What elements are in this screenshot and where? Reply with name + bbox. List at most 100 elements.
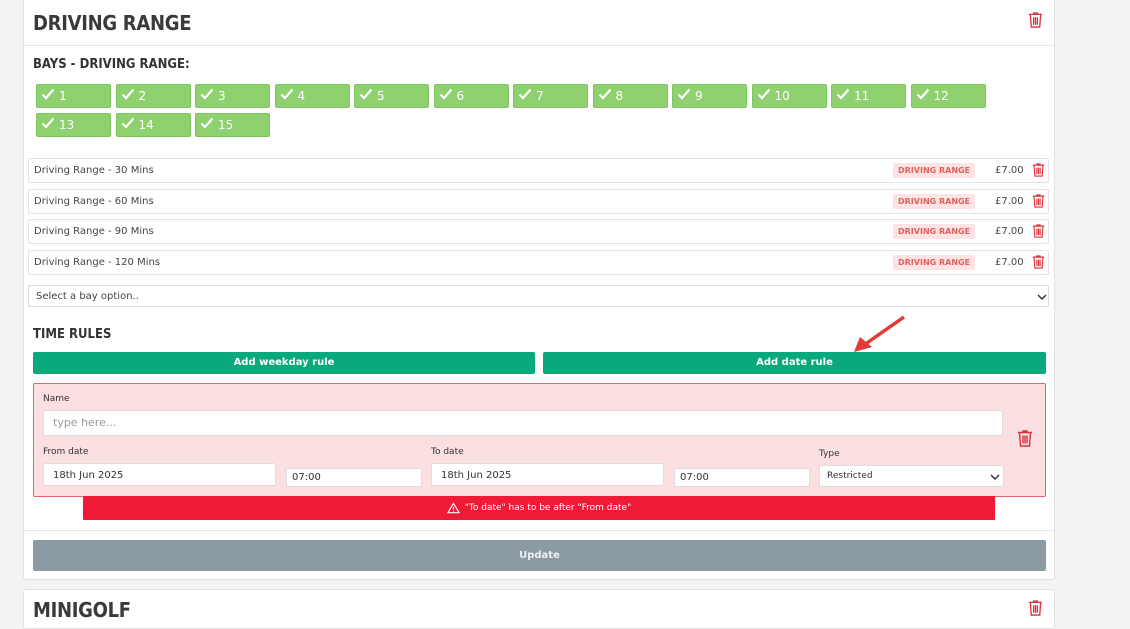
to-date-value: 18th Jun 2025 xyxy=(441,470,512,481)
type-label: Type xyxy=(819,449,840,459)
delete-section-trash-icon[interactable] xyxy=(1028,11,1043,29)
date-error-message: "To date" has to be after "From date" xyxy=(83,496,995,520)
bay-number: 9 xyxy=(695,89,703,103)
check-icon xyxy=(200,117,214,129)
to-time-value: 07:00 xyxy=(680,472,709,483)
from-date-label: From date xyxy=(43,447,89,457)
bay-option-row: Driving Range - 60 Mins DRIVING RANGE £7.0… xyxy=(28,188,1049,214)
option-badge: DRIVING RANGE xyxy=(893,163,976,178)
option-name: Driving Range - 60 Mins xyxy=(34,195,154,207)
option-price: £7.00 xyxy=(995,226,1024,237)
bay-toggle[interactable]: 6 xyxy=(433,84,509,108)
bay-toggle[interactable]: 11 xyxy=(831,84,906,108)
footer-divider xyxy=(24,530,1054,531)
section-title: DRIVING RANGE xyxy=(33,11,192,35)
bay-toggle[interactable]: 3 xyxy=(195,84,270,108)
bay-toggle[interactable]: 4 xyxy=(274,84,350,108)
bay-toggle[interactable]: 15 xyxy=(195,113,270,137)
from-date-input[interactable]: 18th Jun 2025 xyxy=(43,463,276,486)
bays-label: BAYS - DRIVING RANGE: xyxy=(33,57,190,72)
bay-number: 2 xyxy=(138,89,147,103)
delete-option-trash-icon[interactable] xyxy=(1032,254,1045,270)
rule-name-input[interactable]: type here... xyxy=(43,410,1003,436)
bay-number: 12 xyxy=(933,89,949,103)
driving-range-card: DRIVING RANGE BAYS - DRIVING RANGE: 1234… xyxy=(23,0,1055,580)
from-date-value: 18th Jun 2025 xyxy=(53,470,124,481)
check-icon xyxy=(200,88,214,100)
bay-option-row: Driving Range - 90 Mins DRIVING RANGE £7.0… xyxy=(28,219,1049,244)
bay-toggle[interactable]: 12 xyxy=(910,84,986,108)
bay-number: 5 xyxy=(377,89,385,103)
from-time-value: 07:00 xyxy=(292,472,321,483)
bay-number: 6 xyxy=(456,89,465,103)
bay-toggle[interactable]: 13 xyxy=(36,113,111,137)
check-icon xyxy=(757,88,770,100)
check-icon xyxy=(280,88,293,100)
bay-number: 1 xyxy=(59,89,67,103)
bay-toggle[interactable]: 14 xyxy=(115,113,191,137)
update-button[interactable]: Update xyxy=(33,540,1046,571)
bay-number: 15 xyxy=(218,118,234,132)
bay-number: 10 xyxy=(774,89,790,103)
bay-toggle[interactable]: 9 xyxy=(672,84,747,108)
bay-number: 4 xyxy=(297,89,306,103)
delete-minigolf-trash-icon[interactable] xyxy=(1028,599,1043,617)
bay-option-select[interactable]: Select a bay option.. xyxy=(28,285,1049,307)
option-badge: DRIVING RANGE xyxy=(893,254,976,270)
check-icon xyxy=(677,88,691,100)
next-section-title: MINIGOLF xyxy=(33,598,131,622)
check-icon xyxy=(121,88,134,100)
to-date-label: To date xyxy=(431,447,464,457)
error-text: "To date" has to be after "From date" xyxy=(464,503,632,513)
option-price: £7.00 xyxy=(995,256,1024,268)
arrow-annotation xyxy=(854,315,906,352)
check-icon xyxy=(359,88,373,100)
add-date-rule-button[interactable]: Add date rule xyxy=(543,352,1046,374)
rule-type-value: Restricted xyxy=(827,471,873,481)
minigolf-card: MINIGOLF xyxy=(23,589,1055,629)
check-icon xyxy=(598,88,611,100)
bay-toggle[interactable]: 10 xyxy=(751,84,827,108)
bay-number: 13 xyxy=(59,118,75,132)
option-price: £7.00 xyxy=(995,195,1024,207)
card-header: DRIVING RANGE xyxy=(24,0,1054,46)
check-icon xyxy=(41,117,55,129)
option-name: Driving Range - 120 Mins xyxy=(34,256,161,268)
to-time-input[interactable]: 07:00 xyxy=(674,468,810,487)
warning-icon xyxy=(446,501,460,513)
rule-type-select[interactable]: Restricted xyxy=(819,465,1004,487)
delete-rule-trash-icon[interactable] xyxy=(1017,429,1033,448)
chevron-down-icon xyxy=(1037,294,1047,301)
delete-option-trash-icon[interactable] xyxy=(1032,193,1045,209)
option-badge: DRIVING RANGE xyxy=(893,193,976,209)
delete-option-trash-icon[interactable] xyxy=(1032,162,1045,178)
option-name: Driving Range - 30 Mins xyxy=(34,165,154,176)
bay-number: 3 xyxy=(218,89,226,103)
bay-toggle[interactable]: 7 xyxy=(513,84,588,108)
bay-option-select-value: Select a bay option.. xyxy=(36,291,139,302)
bay-option-row: Driving Range - 30 Mins DRIVING RANGE £7.0… xyxy=(28,158,1049,183)
bay-toggle[interactable]: 8 xyxy=(592,84,668,108)
option-price: £7.00 xyxy=(995,165,1024,176)
bay-toggle[interactable]: 1 xyxy=(36,84,111,108)
name-label: Name xyxy=(43,394,70,404)
date-rule-panel: Name type here... From date 18th Jun 202… xyxy=(33,383,1046,497)
check-icon xyxy=(439,88,452,100)
to-date-input[interactable]: 18th Jun 2025 xyxy=(431,463,664,486)
check-icon xyxy=(836,88,850,100)
add-weekday-rule-button[interactable]: Add weekday rule xyxy=(33,352,535,374)
option-name: Driving Range - 90 Mins xyxy=(34,226,154,237)
chevron-down-icon xyxy=(990,474,1000,481)
check-icon xyxy=(41,88,55,100)
bay-number: 8 xyxy=(615,89,624,103)
rule-name-placeholder: type here... xyxy=(53,416,117,429)
bay-number: 11 xyxy=(854,89,870,103)
time-rules-title: TIME RULES xyxy=(33,327,112,342)
delete-option-trash-icon[interactable] xyxy=(1032,223,1045,239)
bay-toggle[interactable]: 5 xyxy=(354,84,429,108)
option-badge: DRIVING RANGE xyxy=(893,224,976,239)
bay-number: 14 xyxy=(138,118,154,132)
check-icon xyxy=(518,88,532,100)
from-time-input[interactable]: 07:00 xyxy=(286,468,422,487)
bay-toggle[interactable]: 2 xyxy=(115,84,191,108)
